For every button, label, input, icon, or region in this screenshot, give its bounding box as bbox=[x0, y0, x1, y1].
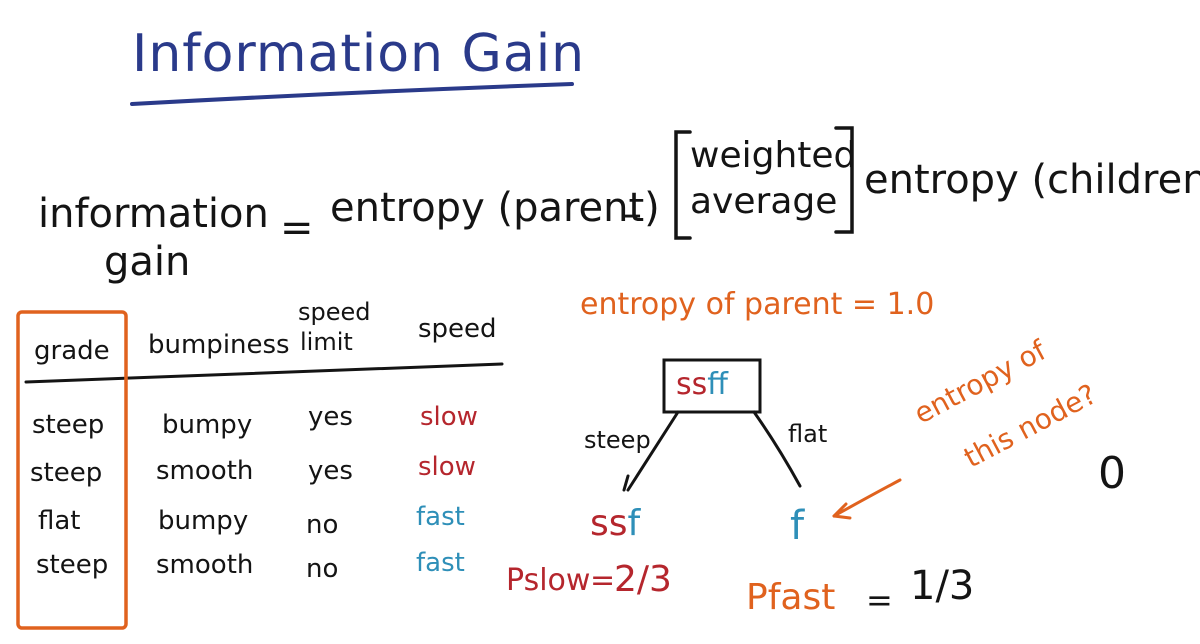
p-fast-label: Pfast bbox=[746, 577, 836, 618]
p-fast-value: 1/3 bbox=[910, 563, 975, 609]
p-fast-equals: = bbox=[866, 581, 893, 619]
right-child-node: f bbox=[790, 503, 805, 549]
root-node-fast-part: ff bbox=[707, 367, 728, 402]
left-child-slow-part: ss bbox=[590, 503, 628, 544]
tree-lines bbox=[622, 358, 902, 520]
left-child-node: ssf bbox=[590, 506, 640, 542]
right-edge-label: flat bbox=[788, 420, 828, 448]
p-slow-label: Pslow bbox=[506, 563, 591, 598]
left-child-fast-part: f bbox=[627, 503, 641, 544]
left-edge-label: steep bbox=[584, 426, 651, 454]
answer-zero: 0 bbox=[1098, 448, 1126, 499]
root-node-slow-part: ss bbox=[676, 367, 708, 402]
root-node: ssff bbox=[676, 370, 728, 400]
p-slow-equals: = bbox=[590, 563, 616, 598]
p-slow-value: 2/3 bbox=[614, 559, 672, 600]
